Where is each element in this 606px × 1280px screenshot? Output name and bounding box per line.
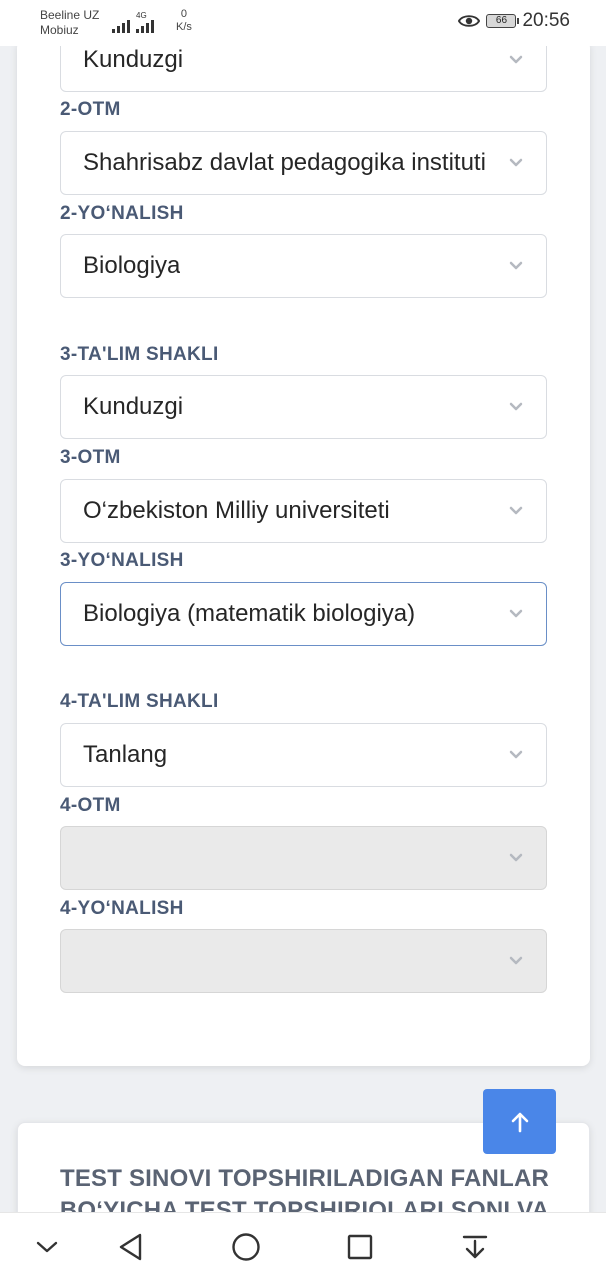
speed-value: 0 — [180, 8, 188, 20]
chevron-down-icon — [509, 956, 523, 965]
arrow-up-icon — [511, 1112, 528, 1132]
yonalish-2-label: 2-YO‘NALISH — [60, 203, 184, 224]
select-value: Biologiya — [83, 252, 181, 279]
back-button[interactable] — [115, 1231, 147, 1263]
home-icon — [232, 1233, 260, 1261]
otm-3-select[interactable]: O‘zbekiston Milliy universiteti — [60, 479, 547, 543]
carrier-line-1: Beeline UZ — [40, 8, 100, 22]
otm-2-select[interactable]: Shahrisabz davlat pedagogika instituti — [60, 131, 547, 195]
yonalish-4-label: 4-YO‘NALISH — [60, 898, 184, 919]
select-value: Kunduzgi — [83, 46, 184, 73]
network-speed: 0 K/s — [176, 8, 192, 34]
recents-icon — [347, 1234, 373, 1260]
yonalish-4-select — [60, 929, 547, 993]
select-value: Kunduzgi — [83, 393, 184, 420]
yonalish-3-select[interactable]: Biologiya (matematik biologiya) — [60, 582, 547, 646]
select-value: Biologiya (matematik biologiya) — [83, 600, 416, 627]
select-value: Shahrisabz davlat pedagogika instituti — [83, 149, 486, 176]
recents-button[interactable] — [344, 1231, 376, 1263]
carrier-name: Beeline UZ Mobiuz — [40, 8, 99, 38]
chevron-down-icon — [509, 750, 523, 759]
select-value: Tanlang — [83, 741, 168, 768]
battery-level: 66 — [495, 15, 508, 26]
talim-shakli-3-label: 3-TA'LIM SHAKLI — [60, 344, 219, 365]
otm-2-label: 2-OTM — [60, 99, 121, 120]
yonalish-2-select[interactable]: Biologiya — [60, 234, 547, 298]
yonalish-3-label: 3-YO‘NALISH — [60, 550, 184, 571]
notification-pull-icon — [462, 1235, 488, 1259]
chevron-down-icon — [509, 55, 523, 64]
chevron-down-icon — [509, 261, 523, 270]
signal-icon — [112, 20, 130, 33]
chevron-down-icon — [36, 1241, 58, 1253]
select-value: O‘zbekiston Milliy universiteti — [83, 497, 390, 524]
back-icon — [119, 1233, 142, 1261]
hide-nav-button[interactable] — [31, 1231, 63, 1263]
chevron-down-icon — [509, 609, 523, 618]
otm-4-select — [60, 826, 547, 890]
status-bar: Beeline UZ Mobiuz 4G 0 K/s 66 20:56 — [0, 0, 606, 46]
system-navigation-bar — [0, 1212, 606, 1280]
chevron-down-icon — [509, 853, 523, 862]
chevron-down-icon — [509, 402, 523, 411]
signal-icon-2 — [136, 20, 154, 33]
eye-icon — [458, 15, 481, 27]
scroll-to-top-button[interactable] — [483, 1089, 556, 1154]
section-title-line-1: TEST SINOVI TOPSHIRILADIGAN FANLAR — [59, 1165, 550, 1192]
talim-shakli-4-label: 4-TA'LIM SHAKLI — [60, 691, 219, 712]
otm-4-label: 4-OTM — [60, 795, 121, 816]
network-type: 4G — [136, 11, 147, 20]
notification-pull-button[interactable] — [459, 1231, 491, 1263]
chevron-down-icon — [509, 506, 523, 515]
battery-icon: 66 — [486, 14, 520, 28]
speed-unit: K/s — [176, 21, 192, 33]
talim-shakli-4-select[interactable]: Tanlang — [60, 723, 547, 787]
carrier-line-2: Mobiuz — [40, 23, 79, 37]
clock: 20:56 — [522, 10, 570, 31]
signal-indicators: 4G — [112, 12, 154, 33]
home-button[interactable] — [230, 1231, 262, 1263]
talim-shakli-3-select[interactable]: Kunduzgi — [60, 375, 547, 439]
otm-3-label: 3-OTM — [60, 447, 121, 468]
chevron-down-icon — [509, 158, 523, 167]
status-right: 66 20:56 — [458, 10, 570, 32]
